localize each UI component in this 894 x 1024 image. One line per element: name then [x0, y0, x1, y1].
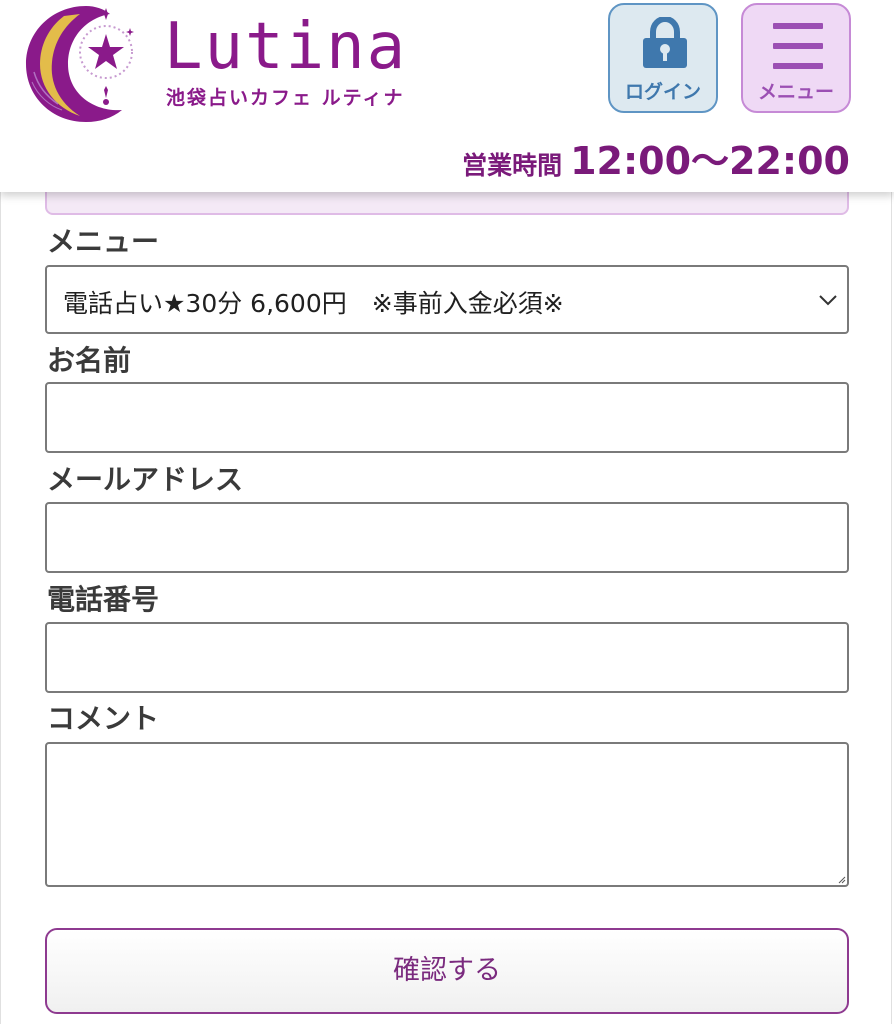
business-hours: 営業時間 12:00〜22:00 — [462, 130, 850, 183]
brand-subtitle: 池袋占いカフェ ルティナ — [166, 87, 405, 109]
chevron-down-icon — [819, 295, 837, 306]
phone-input[interactable] — [45, 622, 849, 693]
login-label: ログイン — [624, 81, 701, 103]
email-input[interactable] — [45, 502, 849, 573]
hours-value: 12:00〜22:00 — [570, 139, 850, 183]
menu-label: メニュー — [757, 81, 834, 103]
crescent-moon-star-logo[interactable] — [24, 2, 136, 124]
menu-field-label: メニュー — [47, 225, 160, 258]
comment-field-label: コメント — [47, 702, 160, 735]
menu-select[interactable]: 電話占い★30分 6,600円 ※事前入金必須※ — [45, 265, 849, 334]
phone-field-label: 電話番号 — [47, 583, 160, 616]
lock-icon — [643, 17, 687, 68]
brand-name[interactable]: Lutina — [164, 12, 407, 82]
resize-grip-icon[interactable] — [838, 876, 846, 884]
menu-button[interactable]: メニュー — [741, 3, 851, 113]
site-header: Lutina 池袋占いカフェ ルティナ ログイン メニュー 営業時間 12:00〜… — [0, 0, 894, 192]
login-button[interactable]: ログイン — [608, 3, 718, 113]
menu-select-value: 電話占い★30分 6,600円 ※事前入金必須※ — [63, 289, 564, 318]
comment-textarea[interactable] — [45, 742, 849, 887]
email-field-label: メールアドレス — [47, 463, 244, 496]
page: Lutina 池袋占いカフェ ルティナ ログイン メニュー 営業時間 12:00〜… — [0, 0, 894, 1024]
name-input[interactable] — [45, 382, 849, 453]
name-field-label: お名前 — [47, 344, 132, 377]
hours-label: 営業時間 — [462, 151, 563, 180]
hamburger-icon — [773, 23, 823, 69]
confirm-button[interactable]: 確認する — [45, 928, 849, 1014]
